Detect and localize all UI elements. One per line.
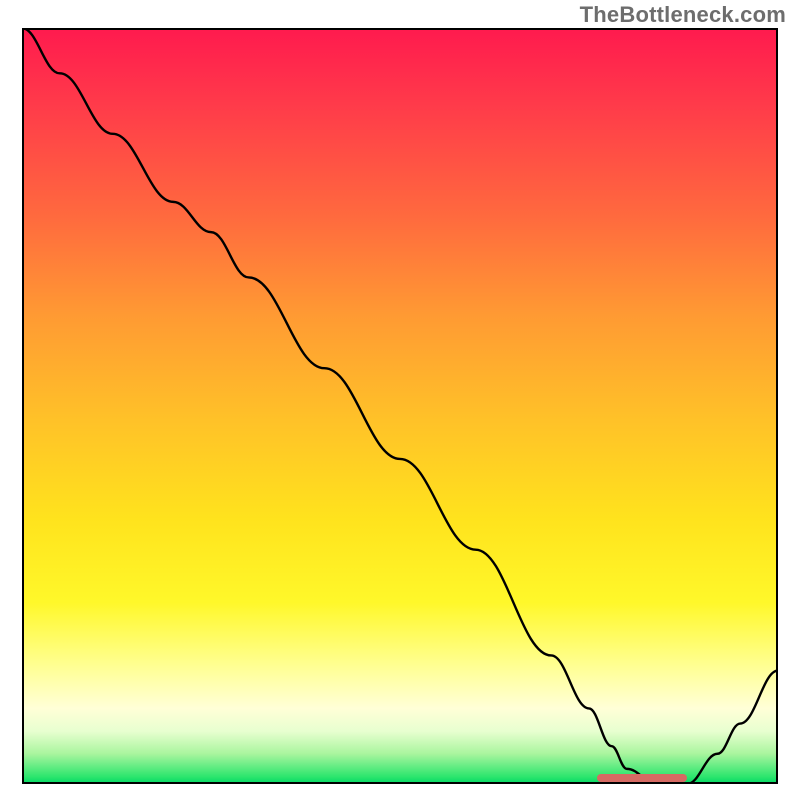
highlight-marker xyxy=(597,774,688,782)
data-curve xyxy=(22,28,778,784)
plot-area xyxy=(22,28,778,784)
watermark-text: TheBottleneck.com xyxy=(580,2,786,28)
chart-container: TheBottleneck.com xyxy=(0,0,800,800)
